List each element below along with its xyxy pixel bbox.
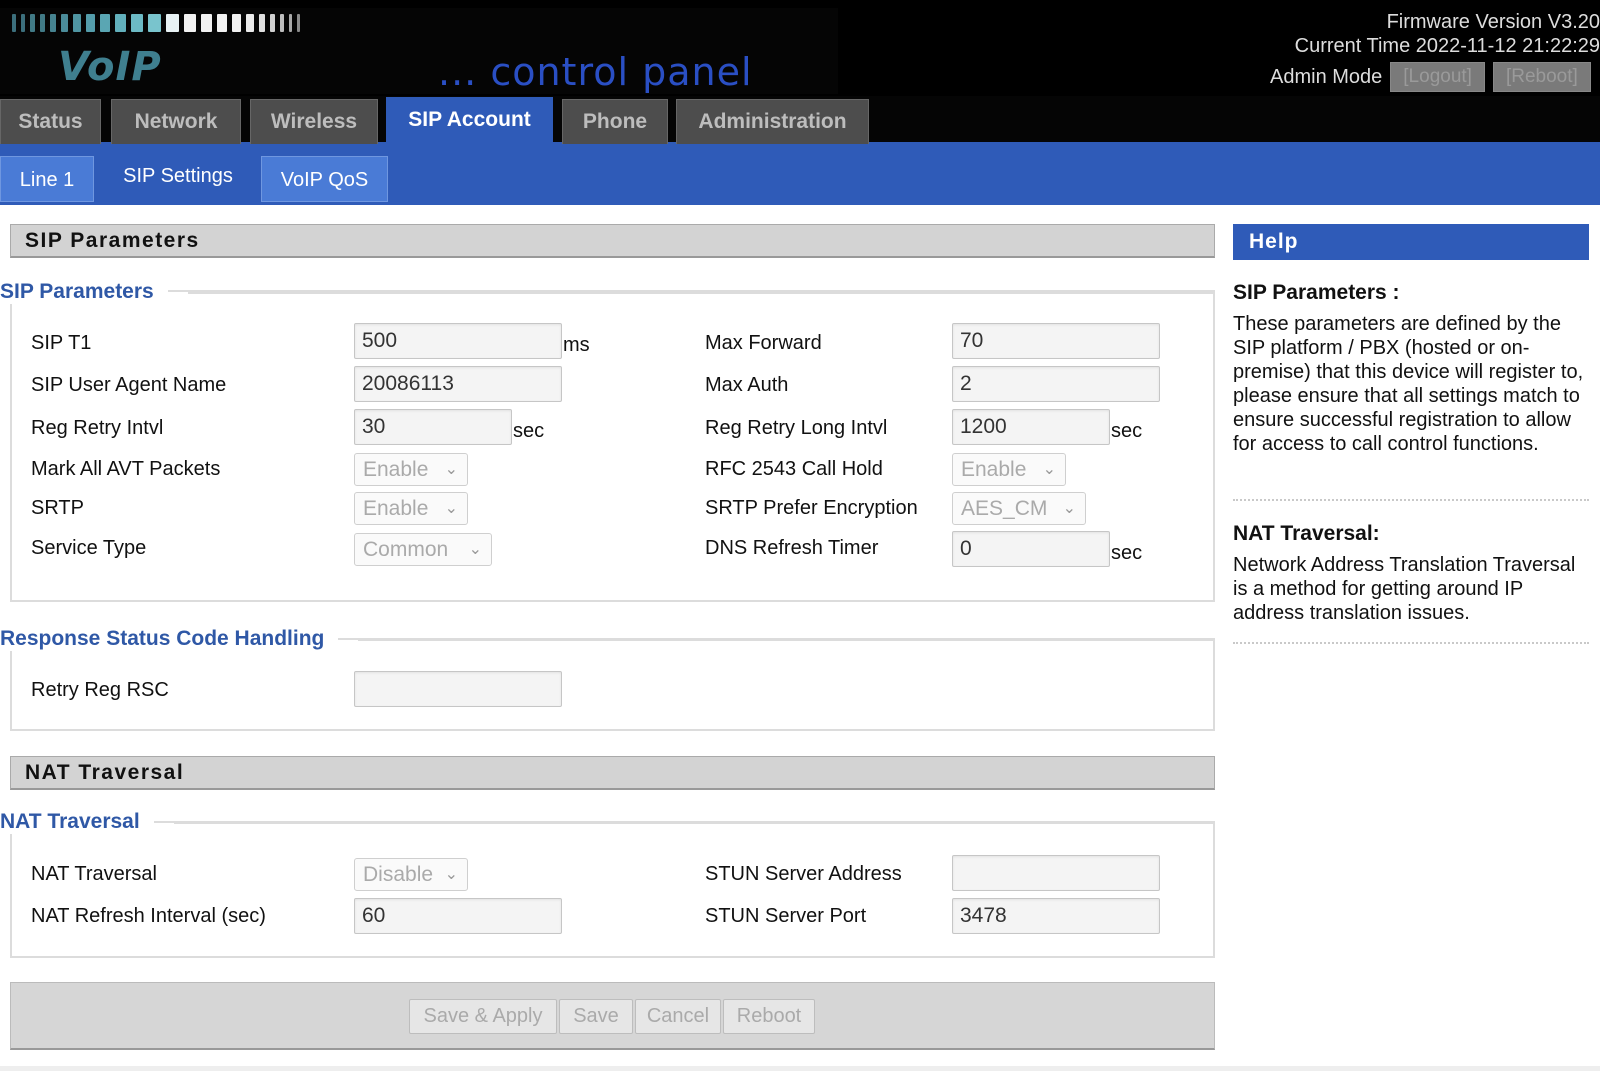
dns-refresh-label: DNS Refresh Timer (705, 537, 879, 559)
reg-retry-long-input[interactable]: 1200 (952, 409, 1110, 445)
save-apply-button[interactable]: Save & Apply (409, 999, 557, 1034)
footer-divider (0, 1066, 1600, 1071)
sip-parameters-legend: SIP Parameters (0, 280, 168, 304)
mark-avt-select[interactable]: Enable ⌄ (354, 453, 468, 486)
srtp-value: Enable (363, 497, 429, 520)
service-type-label: Service Type (31, 537, 147, 559)
help-panel-title: Help (1233, 224, 1589, 260)
chevron-down-icon: ⌄ (444, 461, 458, 478)
stun-address-label: STUN Server Address (705, 863, 902, 885)
srtp-encryption-value: AES_CM (961, 497, 1048, 520)
mark-avt-value: Enable (363, 458, 429, 481)
nat-refresh-label: NAT Refresh Interval (sec) (31, 905, 266, 927)
reg-retry-long-unit: sec (1111, 420, 1143, 442)
stun-address-input[interactable] (952, 855, 1160, 891)
service-type-value: Common (363, 538, 449, 561)
admin-mode-row: Admin Mode [Logout] [Reboot] (1270, 62, 1591, 92)
retry-reg-rsc-input[interactable] (354, 671, 562, 707)
reg-retry-input[interactable]: 30 (354, 409, 512, 445)
sip-t1-input[interactable]: 500 (354, 323, 562, 359)
current-time: Current Time 2022-11-12 21:22:29 (1294, 35, 1600, 57)
sub-tab-bar: Line 1 SIP Settings VoIP QoS (0, 144, 1600, 205)
chevron-down-icon: ⌄ (444, 500, 458, 517)
service-type-select[interactable]: Common ⌄ (354, 533, 492, 566)
led-strip-decoration (12, 14, 305, 32)
tab-wireless[interactable]: Wireless (250, 99, 378, 145)
form-button-bar: Save & Apply Save Cancel Reboot (10, 982, 1215, 1050)
srtp-label: SRTP (31, 497, 84, 519)
firmware-version: Firmware Version V3.20 (1386, 11, 1600, 33)
max-auth-label: Max Auth (705, 374, 789, 396)
user-agent-input[interactable]: 20086113 (354, 366, 562, 402)
logo-voip-text: VoIP (58, 44, 162, 90)
header: VoIP ... control panel Firmware Version … (0, 0, 1600, 96)
dns-refresh-input[interactable]: 0 (952, 531, 1110, 567)
logout-button[interactable]: [Logout] (1390, 62, 1485, 92)
reboot-button[interactable]: Reboot (723, 999, 815, 1034)
rfc2543-select[interactable]: Enable ⌄ (952, 453, 1066, 486)
nat-refresh-input[interactable]: 60 (354, 898, 562, 934)
reg-retry-label: Reg Retry Intvl (31, 417, 164, 439)
rsc-fieldset (10, 638, 1215, 731)
stun-port-input[interactable]: 3478 (952, 898, 1160, 934)
sip-t1-unit: ms (563, 334, 590, 356)
dns-refresh-unit: sec (1111, 542, 1143, 564)
chevron-down-icon: ⌄ (468, 541, 482, 558)
help-divider (1233, 642, 1589, 644)
rsc-legend: Response Status Code Handling (0, 627, 339, 651)
tab-administration[interactable]: Administration (676, 99, 869, 145)
tab-network[interactable]: Network (111, 99, 241, 145)
help-nat-heading: NAT Traversal: (1233, 522, 1380, 545)
nat-traversal-label: NAT Traversal (31, 863, 157, 885)
save-button[interactable]: Save (559, 999, 633, 1034)
subtab-line-1[interactable]: Line 1 (0, 156, 94, 202)
tab-status[interactable]: Status (0, 99, 101, 145)
sip-parameters-section-header: SIP Parameters (10, 224, 1215, 258)
user-agent-label: SIP User Agent Name (31, 374, 227, 396)
reg-retry-long-label: Reg Retry Long Intvl (705, 417, 888, 439)
nat-traversal-select[interactable]: Disable ⌄ (354, 858, 468, 891)
subtab-voip-qos[interactable]: VoIP QoS (261, 156, 388, 202)
cancel-button[interactable]: Cancel (635, 999, 721, 1034)
chevron-down-icon: ⌄ (1062, 500, 1076, 517)
help-sip-heading: SIP Parameters : (1233, 281, 1400, 304)
retry-reg-rsc-label: Retry Reg RSC (31, 679, 169, 701)
sip-t1-label: SIP T1 (31, 332, 92, 354)
header-reboot-button[interactable]: [Reboot] (1492, 62, 1591, 92)
max-forward-input[interactable]: 70 (952, 323, 1160, 359)
logo-control-panel-text: ... control panel (438, 50, 753, 94)
stun-port-label: STUN Server Port (705, 905, 867, 927)
help-divider (1233, 499, 1589, 501)
help-sip-text: These parameters are defined by the SIP … (1233, 313, 1584, 455)
main-tab-bar: Status Network Wireless SIP Account Phon… (0, 96, 1600, 145)
rfc2543-label: RFC 2543 Call Hold (705, 458, 883, 480)
tab-phone[interactable]: Phone (562, 99, 668, 145)
nat-traversal-section-header: NAT Traversal (10, 756, 1215, 790)
srtp-encryption-select[interactable]: AES_CM ⌄ (952, 492, 1086, 525)
legend-rule (188, 292, 1215, 294)
srtp-encryption-label: SRTP Prefer Encryption (705, 497, 918, 519)
max-auth-input[interactable]: 2 (952, 366, 1160, 402)
reg-retry-unit: sec (513, 420, 545, 442)
max-forward-label: Max Forward (705, 332, 822, 354)
srtp-select[interactable]: Enable ⌄ (354, 492, 468, 525)
header-info: Firmware Version V3.20 Current Time 2022… (1295, 10, 1600, 58)
subtab-sip-settings[interactable]: SIP Settings (103, 154, 253, 200)
legend-rule (358, 639, 1215, 641)
chevron-down-icon: ⌄ (1042, 461, 1056, 478)
legend-rule (174, 822, 1215, 824)
help-nat-text: Network Address Translation Traversal is… (1233, 554, 1576, 624)
nat-traversal-legend: NAT Traversal (0, 810, 154, 834)
rfc2543-value: Enable (961, 458, 1027, 481)
mark-avt-label: Mark All AVT Packets (31, 458, 221, 480)
tab-sip-account[interactable]: SIP Account (386, 97, 553, 145)
admin-mode-label: Admin Mode (1270, 65, 1383, 88)
nat-traversal-value: Disable (363, 863, 434, 886)
voip-logo: VoIP ... control panel (0, 8, 838, 94)
chevron-down-icon: ⌄ (444, 866, 458, 883)
